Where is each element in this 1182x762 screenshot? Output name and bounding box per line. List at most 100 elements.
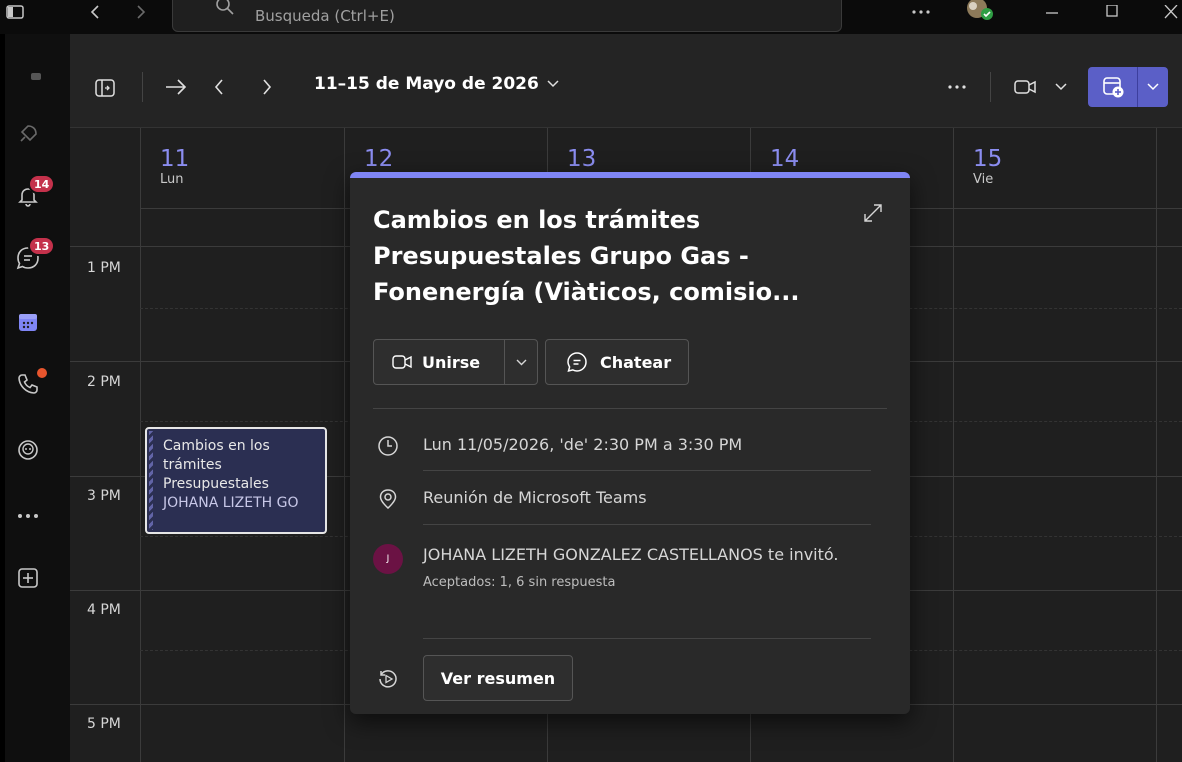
back-icon[interactable] bbox=[84, 0, 106, 24]
summary-row bbox=[373, 668, 403, 690]
toolbar-divider bbox=[142, 72, 143, 102]
join-label: Unirse bbox=[422, 352, 481, 372]
forward-icon[interactable] bbox=[130, 0, 152, 24]
sidebar-toggle-icon[interactable] bbox=[4, 0, 26, 24]
day-number: 12 bbox=[364, 146, 394, 172]
chat-button[interactable]: Chatear bbox=[545, 339, 689, 385]
rail-item-more[interactable] bbox=[8, 496, 48, 536]
time-label: 5 PM bbox=[87, 716, 121, 732]
go-to-today-button[interactable] bbox=[162, 74, 190, 100]
new-meeting-main[interactable] bbox=[1088, 67, 1138, 107]
day-name: Vie bbox=[973, 172, 994, 187]
event-title-line: Presupuestales bbox=[163, 476, 269, 492]
calendar-event[interactable]: Cambios en los trámites Presupuestales J… bbox=[145, 427, 327, 534]
calendar-icon bbox=[19, 314, 37, 331]
maximize-icon[interactable] bbox=[1100, 0, 1124, 24]
calendar-add-icon bbox=[1102, 77, 1123, 98]
chevron-down-icon bbox=[547, 80, 559, 88]
popover-title: Cambios en los trámites Presupuestales G… bbox=[373, 206, 800, 306]
day-name: Lun bbox=[160, 172, 184, 187]
search-icon bbox=[216, 0, 234, 15]
next-week-button[interactable] bbox=[256, 74, 278, 100]
join-button[interactable]: Unirse bbox=[374, 340, 506, 384]
rail-item-chat[interactable]: 13 bbox=[8, 236, 56, 278]
divider bbox=[373, 408, 887, 409]
join-dropdown[interactable] bbox=[505, 340, 537, 384]
day-header-mon[interactable]: 11 Lun bbox=[160, 146, 189, 187]
day-header-fri[interactable]: 15 Vie bbox=[973, 146, 1002, 187]
date-range-picker[interactable]: 11–15 de Mayo de 2026 bbox=[314, 74, 559, 94]
location-row: Reunión de Microsoft Teams bbox=[373, 488, 647, 510]
datetime-row: Lun 11/05/2026, 'de' 2:30 PM a 3:30 PM bbox=[373, 435, 742, 457]
divider bbox=[423, 638, 871, 639]
join-button-group: Unirse bbox=[373, 339, 538, 385]
chat-badge: 13 bbox=[28, 236, 56, 256]
day-header-wed[interactable]: 13 bbox=[567, 146, 596, 172]
search-placeholder: Busqueda (Ctrl+E) bbox=[255, 7, 395, 25]
toolbar-divider-2 bbox=[990, 72, 991, 102]
rail-item-copilot[interactable] bbox=[8, 430, 48, 470]
day-header-thu[interactable]: 14 bbox=[770, 146, 799, 172]
event-datetime: Lun 11/05/2026, 'de' 2:30 PM a 3:30 PM bbox=[423, 435, 743, 454]
expand-button[interactable] bbox=[862, 202, 884, 224]
day-number: 14 bbox=[770, 146, 800, 172]
chevron-down-icon bbox=[1147, 83, 1159, 91]
add-icon bbox=[18, 568, 38, 588]
time-label: 1 PM bbox=[87, 260, 121, 276]
ellipsis-icon bbox=[948, 85, 966, 89]
video-camera-icon bbox=[392, 355, 412, 369]
rail-item-calls[interactable] bbox=[8, 364, 48, 404]
grid-col-line bbox=[953, 128, 954, 762]
event-title-line: trámites bbox=[163, 457, 222, 473]
chevron-right-icon bbox=[263, 79, 272, 95]
rail-item-add-apps[interactable] bbox=[8, 558, 48, 598]
event-title-line: Cambios en los bbox=[163, 438, 270, 454]
response-summary[interactable]: Aceptados: 1, 6 sin respuesta bbox=[423, 572, 843, 594]
day-number: 13 bbox=[567, 146, 597, 172]
recap-icon bbox=[379, 670, 397, 688]
divider bbox=[423, 470, 871, 471]
rail-item-apps[interactable] bbox=[8, 114, 48, 154]
profile-avatar[interactable] bbox=[960, 0, 1000, 24]
more-options-button[interactable] bbox=[944, 74, 970, 100]
more-icon bbox=[18, 514, 38, 518]
day-header-tue[interactable]: 12 bbox=[364, 146, 393, 172]
chevron-down-icon bbox=[516, 359, 527, 365]
rail-item-activity[interactable]: 14 bbox=[8, 174, 56, 216]
more-options-icon[interactable] bbox=[906, 0, 936, 24]
activity-badge: 14 bbox=[28, 174, 56, 194]
organizer-row: J JOHANA LIZETH GONZALEZ CASTELLANOS te … bbox=[373, 544, 843, 594]
app-rail: 14 13 bbox=[0, 34, 70, 762]
previous-week-button[interactable] bbox=[208, 74, 230, 100]
event-details-popover: Cambios en los trámites Presupuestales G… bbox=[350, 172, 910, 714]
day-number: 11 bbox=[160, 146, 190, 172]
time-label: 4 PM bbox=[87, 602, 121, 618]
rail-edge bbox=[0, 34, 5, 762]
day-number: 15 bbox=[973, 146, 1003, 172]
meet-now-dropdown[interactable] bbox=[1052, 74, 1070, 100]
calendar-header: 11–15 de Mayo de 2026 bbox=[70, 34, 1182, 128]
expand-icon bbox=[864, 204, 882, 222]
chat-label: Chatear bbox=[600, 352, 672, 372]
rail-item-partial[interactable] bbox=[16, 56, 56, 96]
event-location: Reunión de Microsoft Teams bbox=[423, 488, 647, 507]
chat-icon bbox=[567, 352, 587, 373]
rail-item-calendar[interactable] bbox=[8, 302, 48, 342]
location-pin-icon bbox=[379, 489, 397, 509]
divider bbox=[423, 524, 871, 525]
phone-icon bbox=[18, 374, 38, 394]
chevron-down-icon bbox=[1055, 83, 1067, 91]
meet-now-button[interactable] bbox=[1010, 74, 1040, 100]
minimize-icon[interactable] bbox=[1040, 0, 1064, 24]
new-meeting-button[interactable] bbox=[1088, 67, 1168, 107]
popover-accent-bar bbox=[350, 172, 910, 178]
close-icon[interactable] bbox=[1160, 0, 1182, 24]
grid-col-line bbox=[140, 128, 141, 762]
new-meeting-dropdown[interactable] bbox=[1138, 67, 1168, 107]
calls-dot-badge bbox=[37, 368, 47, 378]
organizer-avatar[interactable]: J bbox=[373, 544, 403, 574]
rocket-icon bbox=[20, 125, 37, 142]
search-input[interactable]: Busqueda (Ctrl+E) bbox=[172, 0, 842, 32]
toggle-panel-button[interactable] bbox=[92, 76, 118, 100]
view-summary-button[interactable]: Ver resumen bbox=[423, 655, 573, 701]
